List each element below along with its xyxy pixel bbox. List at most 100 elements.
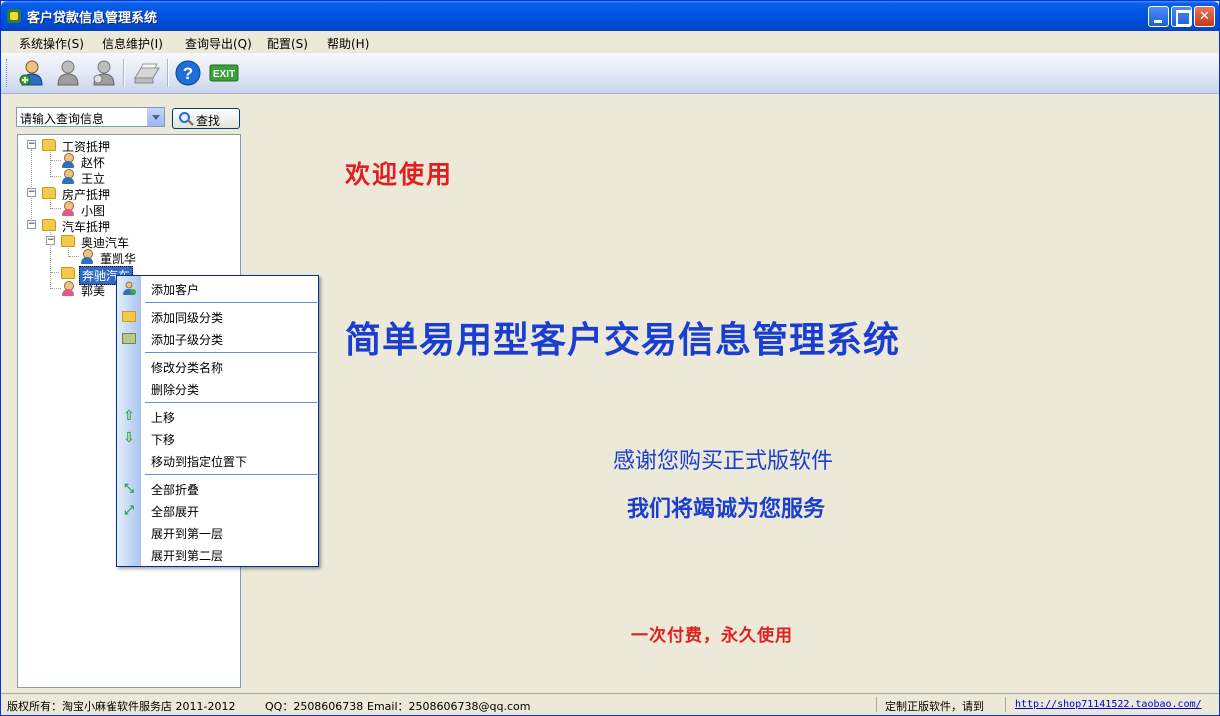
tree-node-folder[interactable]: − 奥迪汽车	[26, 233, 226, 250]
ctx-label: 展开到第一层	[151, 527, 224, 541]
toolbar: ? EXIT	[1, 53, 1219, 94]
folder-icon	[42, 139, 56, 151]
menu-bar: 系统操作(S) 信息维护(I) 查询导出(Q) 配置(S) 帮助(H)	[1, 31, 1219, 53]
tree-node-person[interactable]: 小图	[26, 201, 226, 218]
chevron-down-icon[interactable]	[147, 108, 164, 126]
ctx-expand-level-2[interactable]: 展开到第二层	[117, 543, 318, 565]
status-qq: QQ：2508606738	[265, 700, 364, 713]
ctx-label: 全部折叠	[151, 483, 200, 497]
menu-maintain[interactable]: 信息维护(I)	[102, 35, 163, 52]
ctx-label: 展开到第二层	[151, 549, 224, 563]
exit-button[interactable]: EXIT	[209, 58, 239, 88]
menu-separator	[145, 402, 317, 403]
headline-text: 简单易用型客户交易信息管理系统	[345, 319, 901, 361]
context-menu: 添加客户 添加同级分类 添加子级分类 修改分类名称 删除分类 ⇧ 上移 ⇩ 下移…	[116, 275, 319, 567]
help-icon: ?	[175, 60, 201, 86]
arrow-down-icon: ⇩	[123, 430, 135, 446]
tree-node-folder[interactable]: − 汽车抵押	[26, 217, 226, 234]
thanks-line-1: 感谢您购买正式版软件	[613, 449, 834, 474]
title-bar[interactable]: 客户贷款信息管理系统 ✕	[1, 1, 1219, 31]
ctx-label: 删除分类	[151, 383, 200, 397]
maximize-button[interactable]	[1171, 6, 1192, 27]
status-custom: 定制正版软件，请到	[885, 700, 984, 713]
main-window: 客户贷款信息管理系统 ✕ 系统操作(S) 信息维护(I) 查询导出(Q) 配置(…	[0, 0, 1220, 716]
status-shop-link[interactable]: http://shop71141522.taobao.com/	[1015, 699, 1202, 710]
menu-query-export[interactable]: 查询导出(Q)	[185, 35, 252, 52]
ctx-expand-level-1[interactable]: 展开到第一层	[117, 521, 318, 543]
menu-separator	[145, 302, 317, 303]
tree-node-folder[interactable]: − 工资抵押	[26, 137, 226, 154]
ctx-add-child-category[interactable]: 添加子级分类	[117, 327, 318, 349]
ctx-rename-category[interactable]: 修改分类名称	[117, 355, 318, 377]
user-button[interactable]	[53, 58, 83, 88]
folder-icon	[122, 311, 136, 322]
ctx-add-sibling-category[interactable]: 添加同级分类	[117, 305, 318, 327]
folder-icon	[42, 187, 56, 199]
close-button[interactable]: ✕	[1194, 6, 1215, 27]
collapse-all-icon: ⤡	[124, 481, 134, 495]
app-icon	[7, 9, 21, 23]
ctx-label: 修改分类名称	[151, 361, 224, 375]
menu-config[interactable]: 配置(S)	[267, 35, 308, 52]
ctx-label: 移动到指定位置下	[151, 455, 248, 469]
toolbar-grip[interactable]	[6, 59, 9, 87]
print-button[interactable]	[131, 58, 161, 88]
tree-node-person[interactable]: 董凯华	[26, 249, 226, 266]
status-divider	[1005, 697, 1006, 712]
menu-help[interactable]: 帮助(H)	[327, 35, 369, 52]
thanks-line-2: 我们将竭诚为您服务	[627, 496, 826, 522]
printer-icon	[134, 63, 160, 84]
status-email: Email：2508606738@qq.com	[367, 700, 531, 713]
search-icon	[179, 112, 190, 123]
svg-text:?: ?	[183, 64, 193, 83]
subfolder-icon	[122, 333, 136, 344]
svg-text:EXIT: EXIT	[213, 69, 235, 80]
add-user-icon	[19, 60, 43, 86]
status-bar: 版权所有：淘宝小麻雀软件服务店 2011-2012 QQ：2508606738 …	[1, 693, 1219, 715]
user-icon	[57, 60, 79, 86]
person-icon	[80, 249, 94, 264]
add-user-button[interactable]	[17, 58, 47, 88]
tree-node-label: 郭美	[81, 284, 106, 298]
add-user-icon	[123, 281, 136, 295]
ctx-move-to-position[interactable]: 移动到指定位置下	[117, 449, 318, 471]
tree-node-person[interactable]: 赵怀	[26, 153, 226, 170]
ctx-delete-category[interactable]: 删除分类	[117, 377, 318, 399]
tree-node-folder[interactable]: − 房产抵押	[26, 185, 226, 202]
person-female-icon	[61, 201, 75, 216]
toolbar-separator	[167, 59, 169, 87]
ctx-add-customer[interactable]: 添加客户	[117, 277, 318, 299]
ctx-label: 全部展开	[151, 505, 200, 519]
collapse-toggle[interactable]: −	[46, 236, 55, 245]
find-button-label: 查找	[196, 114, 221, 128]
menu-system[interactable]: 系统操作(S)	[19, 35, 84, 52]
ctx-move-down[interactable]: ⇩ 下移	[117, 427, 318, 449]
help-button[interactable]: ?	[173, 58, 203, 88]
user-search-icon	[93, 60, 115, 86]
status-divider	[876, 697, 877, 712]
ctx-label: 下移	[151, 433, 176, 447]
folder-icon	[61, 235, 75, 247]
collapse-toggle[interactable]: −	[27, 220, 36, 229]
collapse-toggle[interactable]: −	[27, 188, 36, 197]
folder-icon	[61, 267, 75, 279]
person-female-icon	[61, 281, 75, 296]
ctx-move-up[interactable]: ⇧ 上移	[117, 405, 318, 427]
find-button[interactable]: 查找	[172, 108, 240, 129]
ctx-label: 上移	[151, 411, 176, 425]
menu-separator	[145, 474, 317, 475]
ctx-collapse-all[interactable]: ⤡ 全部折叠	[117, 477, 318, 499]
person-icon	[61, 169, 75, 184]
collapse-toggle[interactable]: −	[27, 140, 36, 149]
slogan-text: 一次付费，永久使用	[631, 626, 793, 646]
tree-node-person[interactable]: 王立	[26, 169, 226, 186]
minimize-button[interactable]	[1148, 6, 1169, 27]
ctx-label: 添加客户	[151, 283, 200, 297]
user-search-button[interactable]	[89, 58, 119, 88]
menu-separator	[145, 352, 317, 353]
search-combobox[interactable]: 请输入查询信息	[16, 107, 165, 127]
status-copyright: 版权所有：淘宝小麻雀软件服务店 2011-2012	[7, 700, 236, 713]
ctx-expand-all[interactable]: ⤢ 全部展开	[117, 499, 318, 521]
welcome-text: 欢迎使用	[345, 160, 454, 189]
arrow-up-icon: ⇧	[123, 408, 135, 424]
